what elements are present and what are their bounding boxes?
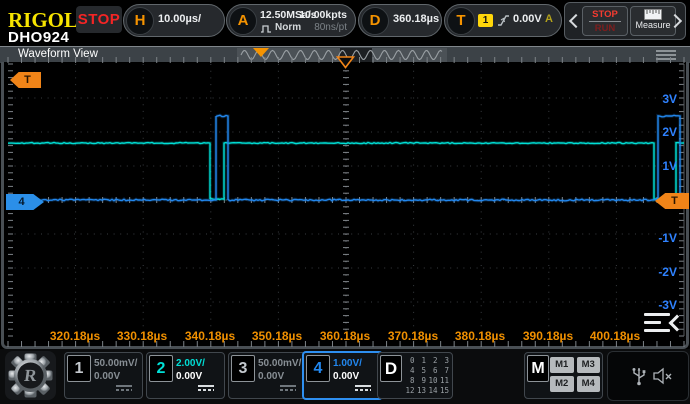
gear-logo-icon: R xyxy=(8,353,53,398)
math-button-grid: M1 M3 M2 M4 xyxy=(550,357,600,392)
digital-bit-label: 1 xyxy=(421,356,426,365)
digital-bit-label: 3 xyxy=(444,356,449,365)
channel-2-number: 2 xyxy=(149,355,173,382)
channel-1-number: 1 xyxy=(67,355,91,382)
digital-bit-label: 6 xyxy=(432,366,438,375)
digital-bit-label: 11 xyxy=(439,376,449,385)
volt-label: 1V xyxy=(662,159,677,173)
time-label: 340.18µs xyxy=(184,329,236,343)
volt-label: -2V xyxy=(658,265,677,279)
speaker-mute-icon[interactable] xyxy=(653,367,673,385)
math-m3-button[interactable]: M3 xyxy=(576,357,600,373)
time-label: 380.18µs xyxy=(454,329,506,343)
digital-bit-label: 7 xyxy=(444,366,449,375)
channel-2-scale: 2.00V/ xyxy=(176,358,205,369)
usb-icon xyxy=(632,368,646,386)
rigol-gear-menu-button[interactable]: R xyxy=(5,351,56,400)
math-m1-button[interactable]: M1 xyxy=(550,357,574,373)
time-label: 390.18µs xyxy=(522,329,574,343)
channel-2-box[interactable]: 2 2.00V/ 0.00V xyxy=(146,352,225,399)
channel-4-box[interactable]: 4 1.00V/ 0.00V xyxy=(302,351,383,400)
dc-coupling-icon xyxy=(355,385,371,393)
time-label: 330.18µs xyxy=(116,329,168,343)
volt-label: -1V xyxy=(658,231,677,245)
volt-label: 3V xyxy=(662,92,677,106)
channel-3-box[interactable]: 3 50.00mV/ 0.00V xyxy=(228,352,307,399)
channel-4-number: 4 xyxy=(306,355,330,382)
io-status-box xyxy=(607,351,689,401)
time-label: 320.18µs xyxy=(49,329,101,343)
digital-bit-grid: 0 1 2 3 4 5 6 7 8 9 10 11 12 13 14 15 xyxy=(403,356,449,396)
channel-1-offset: 0.00V xyxy=(94,371,121,382)
digital-bit-label: 15 xyxy=(439,386,449,395)
time-label: 370.18µs xyxy=(387,329,439,343)
time-label: 360.18µs xyxy=(319,329,371,343)
digital-bit-label: 0 xyxy=(409,356,415,365)
channel-4-offset: 0.00V xyxy=(333,371,360,382)
digital-bit-label: 12 xyxy=(405,386,415,395)
digital-bit-label: 4 xyxy=(409,366,415,375)
channel-3-offset: 0.00V xyxy=(258,371,285,382)
digital-bit-label: 5 xyxy=(421,366,426,375)
math-channels-box[interactable]: M M1 M3 M2 M4 xyxy=(524,352,603,399)
digital-channels-box[interactable]: D 0 1 2 3 4 5 6 7 8 9 10 11 12 13 14 15 xyxy=(377,352,453,399)
dc-coupling-icon xyxy=(280,385,296,393)
trigger-position-marker-icon[interactable] xyxy=(336,56,355,69)
digital-bit-label: 14 xyxy=(428,386,438,395)
channel-1-box[interactable]: 1 50.00mV/ 0.00V xyxy=(64,352,143,399)
time-label: 350.18µs xyxy=(251,329,303,343)
volt-label: -3V xyxy=(658,298,677,312)
channel-2-offset: 0.00V xyxy=(176,371,203,382)
digital-bit-label: 13 xyxy=(416,386,426,395)
digital-bit-label: 2 xyxy=(432,356,438,365)
menu-collapse-icon[interactable] xyxy=(644,313,686,339)
time-label: 400.18µs xyxy=(589,329,641,343)
channel-1-scale: 50.00mV/ xyxy=(94,358,138,369)
channel-3-number: 3 xyxy=(231,355,255,382)
dc-coupling-icon xyxy=(198,385,214,393)
math-m4-button[interactable]: M4 xyxy=(576,376,600,392)
oscilloscope-screen: RIGOL STOP H 10.00µs/ A 12.50MSa/s 10.00… xyxy=(0,0,690,404)
digital-bit-label: 10 xyxy=(428,376,438,385)
volt-label: 2V xyxy=(662,125,677,139)
channel-4-scale: 1.00V/ xyxy=(333,358,362,369)
digital-badge: D xyxy=(380,355,402,382)
channel-3-scale: 50.00mV/ xyxy=(258,358,302,369)
dc-coupling-icon xyxy=(116,385,132,393)
math-m2-button[interactable]: M2 xyxy=(550,376,574,392)
digital-bit-label: 8 xyxy=(409,376,415,385)
digital-bit-label: 9 xyxy=(421,376,426,385)
footer-bar: R 1 50.00mV/ 0.00V 2 2.00V/ 0.00V 3 50.0… xyxy=(0,349,690,404)
math-badge: M xyxy=(527,355,549,382)
